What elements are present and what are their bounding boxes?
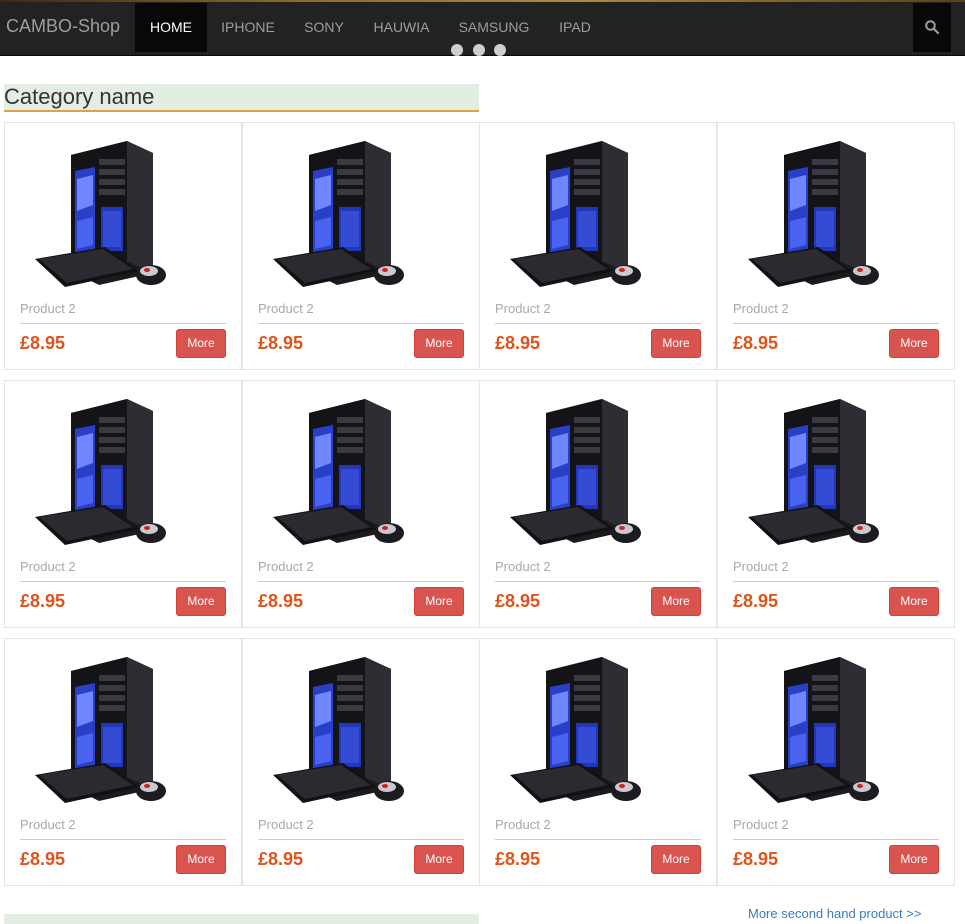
divider (733, 839, 939, 840)
more-button[interactable]: More (176, 845, 226, 874)
product-image[interactable] (740, 651, 886, 809)
more-button[interactable]: More (651, 587, 701, 616)
product-image[interactable] (265, 651, 411, 809)
divider (20, 839, 226, 840)
product-name[interactable]: Product 2 (258, 559, 314, 574)
divider (20, 323, 226, 324)
more-button[interactable]: More (414, 587, 464, 616)
product-price: £8.95 (733, 333, 779, 353)
product-name[interactable]: Product 2 (495, 301, 551, 316)
more-button[interactable]: More (889, 587, 939, 616)
divider (258, 839, 464, 840)
product-card[interactable]: Product 2 £8.95 More (4, 380, 242, 628)
nav-item-iphone[interactable]: IPHONE (207, 3, 289, 52)
product-name[interactable]: Product 2 (733, 817, 789, 832)
carousel-dot[interactable] (473, 44, 485, 56)
more-button[interactable]: More (651, 845, 701, 874)
product-name[interactable]: Product 2 (258, 301, 314, 316)
divider (495, 839, 701, 840)
product-price: £8.95 (20, 333, 66, 353)
product-price: £8.95 (733, 591, 779, 611)
product-card[interactable]: Product 2 £8.95 More (242, 122, 480, 370)
product-price: £8.95 (20, 591, 66, 611)
product-price: £8.95 (258, 333, 304, 353)
product-image[interactable] (27, 651, 173, 809)
product-image[interactable] (265, 135, 411, 293)
product-price: £8.95 (495, 333, 541, 353)
nav-item-ipad[interactable]: IPAD (544, 3, 606, 52)
more-button[interactable]: More (414, 329, 464, 358)
product-card[interactable]: Product 2 £8.95 More (717, 122, 955, 370)
product-card[interactable]: Product 2 £8.95 More (4, 122, 242, 370)
carousel-dot[interactable] (494, 44, 506, 56)
product-name[interactable]: Product 2 (495, 559, 551, 574)
more-button[interactable]: More (889, 329, 939, 358)
product-name[interactable]: Product 2 (20, 559, 76, 574)
product-card[interactable]: Product 2 £8.95 More (4, 638, 242, 886)
product-image[interactable] (740, 135, 886, 293)
product-name[interactable]: Product 2 (20, 301, 76, 316)
carousel-dot[interactable] (451, 44, 463, 56)
divider (258, 581, 464, 582)
product-image[interactable] (502, 651, 648, 809)
product-price: £8.95 (495, 849, 541, 869)
product-image[interactable] (502, 135, 648, 293)
product-name[interactable]: Product 2 (495, 817, 551, 832)
product-card[interactable]: Product 2 £8.95 More (242, 638, 480, 886)
divider (495, 581, 701, 582)
search-icon (925, 20, 939, 34)
product-image[interactable] (27, 393, 173, 551)
divider (495, 323, 701, 324)
more-button[interactable]: More (176, 587, 226, 616)
product-price: £8.95 (20, 849, 66, 869)
product-price: £8.95 (495, 591, 541, 611)
product-image[interactable] (27, 135, 173, 293)
nav-item-home[interactable]: HOME (135, 3, 207, 52)
product-card[interactable]: Product 2 £8.95 More (242, 380, 480, 628)
product-card[interactable]: Product 2 £8.95 More (479, 380, 717, 628)
next-category-title (4, 914, 479, 924)
product-card[interactable]: Product 2 £8.95 More (479, 638, 717, 886)
more-button[interactable]: More (651, 329, 701, 358)
more-button[interactable]: More (176, 329, 226, 358)
divider (258, 323, 464, 324)
product-image[interactable] (740, 393, 886, 551)
product-name[interactable]: Product 2 (733, 301, 789, 316)
divider (20, 581, 226, 582)
product-name[interactable]: Product 2 (20, 817, 76, 832)
product-price: £8.95 (258, 591, 304, 611)
product-price: £8.95 (733, 849, 779, 869)
product-price: £8.95 (258, 849, 304, 869)
divider (733, 581, 939, 582)
divider (733, 323, 939, 324)
product-image[interactable] (265, 393, 411, 551)
product-card[interactable]: Product 2 £8.95 More (717, 380, 955, 628)
more-button[interactable]: More (414, 845, 464, 874)
brand-logo[interactable]: CAMBO-Shop (6, 16, 120, 37)
more-button[interactable]: More (889, 845, 939, 874)
category-title: Category name (4, 84, 479, 112)
product-card[interactable]: Product 2 £8.95 More (717, 638, 955, 886)
search-button[interactable] (913, 3, 951, 52)
banner-strip (0, 0, 965, 2)
product-name[interactable]: Product 2 (733, 559, 789, 574)
product-card[interactable]: Product 2 £8.95 More (479, 122, 717, 370)
nav-item-hauwia[interactable]: HAUWIA (359, 3, 444, 52)
product-name[interactable]: Product 2 (258, 817, 314, 832)
nav-item-sony[interactable]: SONY (289, 3, 359, 52)
product-image[interactable] (502, 393, 648, 551)
